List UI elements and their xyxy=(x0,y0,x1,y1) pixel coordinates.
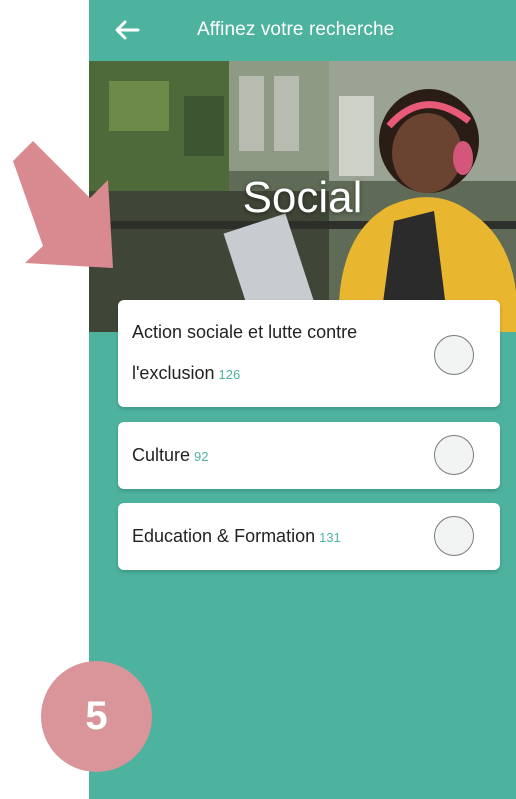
category-hero: Social xyxy=(89,61,516,332)
option-label: Action sociale et lutte contre xyxy=(132,312,357,352)
option-card-culture[interactable]: Culture 92 xyxy=(118,422,500,489)
option-label: Culture xyxy=(132,445,191,465)
option-count: 126 xyxy=(218,367,241,382)
back-button[interactable] xyxy=(109,12,145,48)
step-number-badge: 5 xyxy=(41,661,152,772)
option-label-line2-row: l'exclusion 126 xyxy=(132,353,240,395)
option-label-line2: l'exclusion xyxy=(132,363,215,383)
option-label-row: Culture 92 xyxy=(132,435,209,477)
option-count: 92 xyxy=(194,449,209,464)
option-label-row: Education & Formation 131 xyxy=(132,516,341,558)
app-screen: Affinez votre recherche Social Action so… xyxy=(89,0,516,799)
option-label-line1: Action sociale et lutte contre xyxy=(132,322,358,342)
option-card-action-sociale[interactable]: Action sociale et lutte contre l'exclusi… xyxy=(118,300,500,407)
category-title: Social xyxy=(242,173,363,222)
option-radio[interactable] xyxy=(434,516,474,556)
option-card-education[interactable]: Education & Formation 131 xyxy=(118,503,500,570)
app-bar: Affinez votre recherche xyxy=(89,0,516,61)
option-label: Education & Formation xyxy=(132,526,316,546)
page-title: Affinez votre recherche xyxy=(197,19,395,40)
option-count: 131 xyxy=(319,530,341,545)
arrow-left-icon xyxy=(115,20,140,40)
option-radio[interactable] xyxy=(434,335,474,375)
arrow-down-right-icon xyxy=(13,141,113,268)
option-radio[interactable] xyxy=(434,435,474,475)
